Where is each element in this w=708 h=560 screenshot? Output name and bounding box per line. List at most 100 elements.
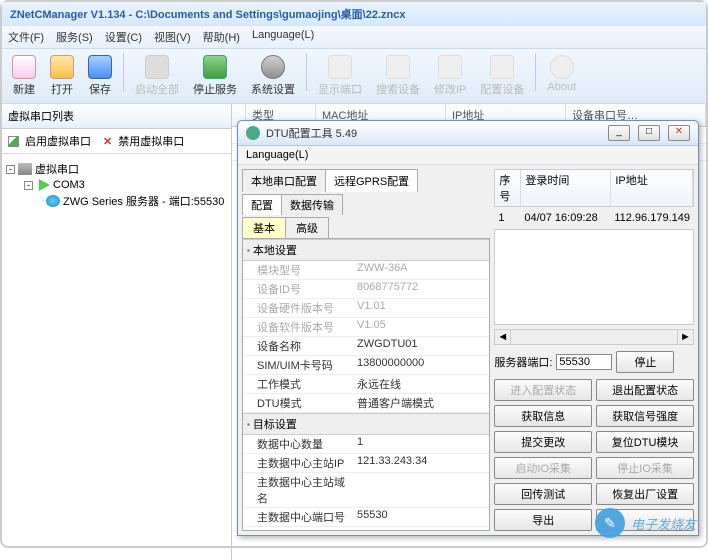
log-scroll-area[interactable] bbox=[494, 229, 694, 325]
prop-row[interactable]: 数据中心数量1 bbox=[243, 435, 489, 454]
tool-save[interactable]: 保存 bbox=[82, 53, 118, 99]
prop-value[interactable]: 普通客户端模式 bbox=[353, 394, 489, 412]
get-signal-button[interactable]: 获取信号强度 bbox=[596, 405, 694, 427]
menu-language[interactable]: Language(L) bbox=[252, 29, 314, 45]
loopback-button[interactable]: 回传测试 bbox=[494, 483, 592, 505]
prop-value[interactable] bbox=[353, 473, 489, 507]
prop-value[interactable]: 永远在线 bbox=[353, 375, 489, 393]
prop-row[interactable]: 设备硬件版本号V1.01 bbox=[243, 299, 489, 318]
prop-value[interactable]: 建立TCP连接 bbox=[353, 527, 489, 531]
prop-value[interactable]: 55530 bbox=[353, 508, 489, 526]
prop-row[interactable]: 设备名称ZWGDTU01 bbox=[243, 337, 489, 356]
tree-com[interactable]: - COM3 bbox=[6, 178, 227, 192]
prop-row[interactable]: 设备ID号8068775772 bbox=[243, 280, 489, 299]
prop-row[interactable]: 设备软件版本号V1.05 bbox=[243, 318, 489, 337]
commit-button[interactable]: 提交更改 bbox=[494, 431, 592, 453]
menu-help[interactable]: 帮助(H) bbox=[203, 29, 240, 45]
reset-dtu-button[interactable]: 复位DTU模块 bbox=[596, 431, 694, 453]
stop-io-button[interactable]: 停止IO采集 bbox=[596, 457, 694, 479]
prop-key: 数据中心数量 bbox=[243, 435, 353, 453]
subtab-data-transfer[interactable]: 数据传输 bbox=[281, 194, 343, 215]
tool-search-dev: 搜索设备 bbox=[370, 53, 426, 99]
tree-server[interactable]: ZWG Series 服务器 - 端口:55530 bbox=[6, 192, 227, 210]
minimize-button[interactable]: _ bbox=[608, 125, 630, 141]
watermark-icon: ✎ bbox=[595, 508, 625, 538]
tab-local-serial[interactable]: 本地串口配置 bbox=[242, 169, 326, 192]
menu-service[interactable]: 服务(S) bbox=[56, 29, 93, 45]
property-grid[interactable]: 本地设置模块型号ZWW-36A设备ID号8068775772设备硬件版本号V1.… bbox=[242, 238, 490, 531]
prop-row[interactable]: DTU模式普通客户端模式 bbox=[243, 394, 489, 413]
prop-value[interactable]: V1.05 bbox=[353, 318, 489, 336]
col-seq-header[interactable]: 序号 bbox=[495, 170, 521, 206]
prop-row[interactable]: 主数据中心主站IP121.33.243.34 bbox=[243, 454, 489, 473]
tree-collapse-icon[interactable]: - bbox=[6, 165, 15, 174]
scroll-right-icon[interactable]: ► bbox=[677, 330, 693, 344]
prop-value[interactable]: 1 bbox=[353, 435, 489, 453]
toolbar-sep-2 bbox=[306, 53, 307, 91]
prop-value[interactable]: V1.01 bbox=[353, 299, 489, 317]
prop-value[interactable]: ZWW-36A bbox=[353, 261, 489, 279]
prop-value[interactable]: 13800000000 bbox=[353, 356, 489, 374]
factory-reset-button[interactable]: 恢复出厂设置 bbox=[596, 483, 694, 505]
tree-collapse-icon[interactable]: - bbox=[24, 181, 33, 190]
prop-section-header[interactable]: 目标设置 bbox=[243, 413, 489, 435]
enter-config-button[interactable]: 进入配置状态 bbox=[494, 379, 592, 401]
tool-start-all[interactable]: 启动全部 bbox=[129, 53, 185, 99]
tool-config-dev: 配置设备 bbox=[474, 53, 530, 99]
tool-open[interactable]: 打开 bbox=[44, 53, 80, 99]
tool-new[interactable]: 新建 bbox=[6, 53, 42, 99]
col-time-header[interactable]: 登录时间 bbox=[521, 170, 611, 206]
tree-root[interactable]: - 虚拟串口 bbox=[6, 160, 227, 178]
dtu-body: 本地串口配置 远程GPRS配置 配置 数据传输 基本 高级 本地设置模块型号ZW… bbox=[238, 165, 698, 535]
disable-vport-label: 禁用虚拟串口 bbox=[118, 133, 184, 149]
prop-row[interactable]: 主数据中心端口号55530 bbox=[243, 508, 489, 527]
about-icon bbox=[550, 55, 574, 79]
subtab-config[interactable]: 配置 bbox=[242, 194, 282, 215]
vport-tree: - 虚拟串口 - COM3 ZWG Series 服务器 - 端口:55530 bbox=[2, 154, 231, 216]
prop-row[interactable]: 工作模式永远在线 bbox=[243, 375, 489, 394]
prop-value[interactable]: ZWGDTU01 bbox=[353, 337, 489, 355]
get-info-button[interactable]: 获取信息 bbox=[494, 405, 592, 427]
minitab-advanced[interactable]: 高级 bbox=[285, 217, 329, 239]
close-button[interactable]: ✕ bbox=[668, 125, 690, 141]
show-port-icon bbox=[328, 55, 352, 79]
stop-button[interactable]: 停止 bbox=[616, 351, 674, 373]
dtu-main-tabs: 本地串口配置 远程GPRS配置 bbox=[242, 169, 490, 192]
dtu-titlebar[interactable]: DTU配置工具 5.49 _ □ ✕ bbox=[238, 121, 698, 146]
disable-vport-icon[interactable]: ✕ bbox=[103, 135, 112, 148]
tool-about[interactable]: About bbox=[541, 53, 582, 95]
prop-row[interactable]: 主数据中心连接模式建立TCP连接 bbox=[243, 527, 489, 531]
minitab-basic[interactable]: 基本 bbox=[242, 217, 286, 239]
tree-root-label: 虚拟串口 bbox=[35, 161, 79, 177]
menu-settings[interactable]: 设置(C) bbox=[105, 29, 142, 45]
server-port-input[interactable] bbox=[556, 354, 612, 370]
prop-value[interactable]: 121.33.243.34 bbox=[353, 454, 489, 472]
scroll-left-icon[interactable]: ◄ bbox=[495, 330, 511, 344]
col-ip-header[interactable]: IP地址 bbox=[611, 170, 693, 206]
prop-key: 设备名称 bbox=[243, 337, 353, 355]
prop-key: 工作模式 bbox=[243, 375, 353, 393]
dtu-menu-language[interactable]: Language(L) bbox=[246, 149, 308, 161]
menu-file[interactable]: 文件(F) bbox=[8, 29, 44, 45]
tool-system-settings[interactable]: 系统设置 bbox=[245, 53, 301, 99]
tool-stop-service[interactable]: 停止服务 bbox=[187, 53, 243, 99]
log-hscrollbar[interactable]: ◄ ► bbox=[494, 329, 694, 345]
tab-remote-gprs[interactable]: 远程GPRS配置 bbox=[325, 169, 418, 192]
prop-row[interactable]: 模块型号ZWW-36A bbox=[243, 261, 489, 280]
scroll-track[interactable] bbox=[511, 330, 677, 344]
prop-row[interactable]: 主数据中心主站域名 bbox=[243, 473, 489, 508]
exit-config-button[interactable]: 退出配置状态 bbox=[596, 379, 694, 401]
export-button[interactable]: 导出 bbox=[494, 509, 592, 531]
config-dev-icon bbox=[490, 55, 514, 79]
tree-com-label: COM3 bbox=[53, 179, 85, 191]
enable-vport-checkbox[interactable] bbox=[8, 136, 19, 147]
dtu-menubar: Language(L) bbox=[238, 146, 698, 165]
left-pane-title: 虚拟串口列表 bbox=[2, 104, 231, 129]
prop-value[interactable]: 8068775772 bbox=[353, 280, 489, 298]
prop-row[interactable]: SIM/UIM卡号码13800000000 bbox=[243, 356, 489, 375]
start-io-button[interactable]: 启动IO采集 bbox=[494, 457, 592, 479]
prop-section-header[interactable]: 本地设置 bbox=[243, 239, 489, 261]
maximize-button[interactable]: □ bbox=[638, 125, 660, 141]
menu-view[interactable]: 视图(V) bbox=[154, 29, 191, 45]
log-row[interactable]: 1 04/07 16:09:28 112.96.179.149 bbox=[494, 211, 694, 225]
